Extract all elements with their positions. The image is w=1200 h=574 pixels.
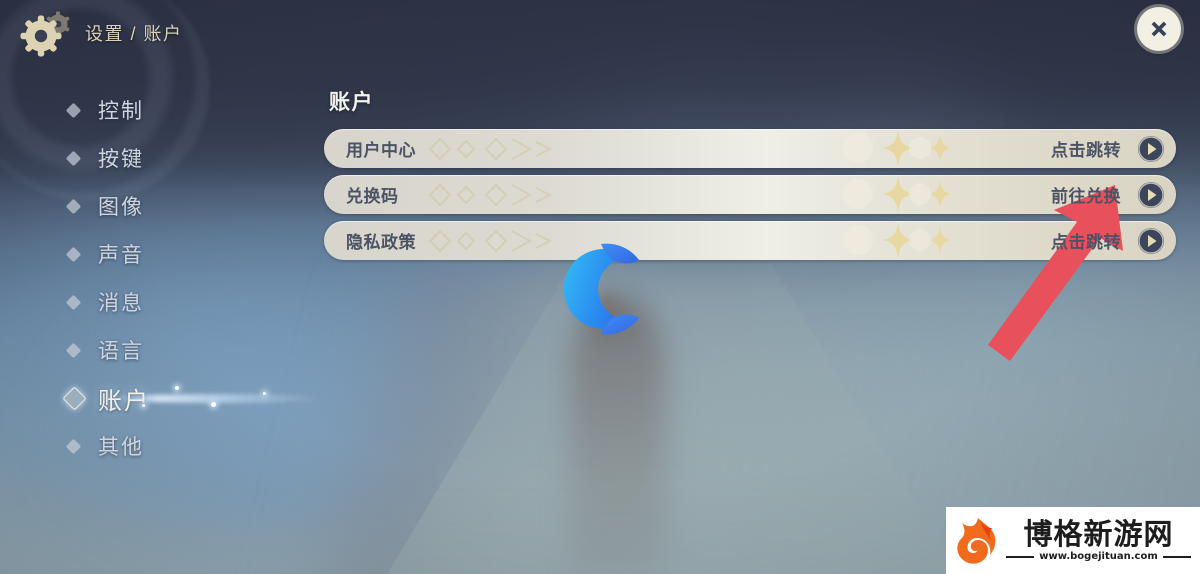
sidebar-item-label: 账户 [98, 387, 150, 415]
sidebar-item-label: 声音 [98, 244, 144, 267]
sidebar-item-sound[interactable]: 声音 [0, 230, 280, 278]
diamond-bullet-icon [65, 246, 82, 262]
watermark-text-block: 博格新游网 www.bogejituan.com [1006, 516, 1192, 563]
watermark-site-url: www.bogejituan.com [1039, 551, 1158, 563]
sidebar-item-label: 控制 [98, 100, 144, 123]
sidebar-item-control[interactable]: 控制 [0, 86, 280, 134]
chevron-right-icon[interactable] [1138, 227, 1164, 254]
watermark-site-name: 博格新游网 [1023, 516, 1174, 551]
watermark-rule-right [1162, 555, 1192, 558]
sidebar-item-keys[interactable]: 按键 [0, 134, 280, 182]
diamond-bullet-icon [65, 150, 82, 166]
sidebar-item-label: 消息 [98, 292, 144, 315]
watermark-rule-left [1006, 555, 1035, 558]
page-title: 账户 [329, 91, 374, 114]
breadcrumb: 设置 / 账户 [85, 24, 183, 44]
sidebar-item-language[interactable]: 语言 [0, 326, 280, 374]
watermark-url-line: www.bogejituan.com [1006, 551, 1192, 563]
sidebar-item-other[interactable]: 其他 [0, 422, 280, 470]
sidebar-item-label: 按键 [98, 148, 144, 171]
sparkle-particle [263, 392, 266, 395]
chevron-right-icon[interactable] [1138, 181, 1164, 208]
setting-row-label: 用户中心 [346, 141, 416, 160]
setting-row-label: 兑换码 [346, 187, 399, 206]
setting-row-redeem-code[interactable]: 兑换码 前往兑换 [324, 175, 1176, 214]
setting-row-label: 隐私政策 [346, 233, 416, 252]
close-icon [1151, 21, 1167, 37]
chevron-right-icon[interactable] [1138, 135, 1164, 162]
setting-row-action: 前往兑换 [1051, 187, 1121, 206]
game-settings-screen: 设置 / 账户 控制 按键 图像 声音 消息 语言 账户 其他 账户 用户中心 … [0, 0, 1200, 574]
settings-sidebar: 控制 按键 图像 声音 消息 语言 账户 其他 [0, 86, 325, 470]
sidebar-item-label: 其他 [98, 436, 144, 459]
sidebar-item-graphics[interactable]: 图像 [0, 182, 280, 230]
setting-row-user-center[interactable]: 用户中心 点击跳转 [324, 129, 1176, 168]
row-sparkle-decoration [843, 223, 951, 258]
flame-fox-logo-icon [957, 517, 996, 564]
diamond-bullet-icon [65, 438, 82, 454]
diamond-bullet-icon [65, 198, 82, 214]
row-ornament-decoration [428, 137, 553, 161]
sidebar-item-account[interactable]: 账户 [0, 374, 325, 422]
setting-row-privacy-policy[interactable]: 隐私政策 点击跳转 [324, 221, 1176, 260]
gear-icon [16, 10, 74, 58]
sidebar-item-label: 图像 [98, 196, 144, 219]
sparkle-particle [175, 386, 179, 390]
setting-row-action: 点击跳转 [1051, 233, 1121, 252]
row-ornament-decoration [428, 229, 553, 253]
diamond-bullet-icon [65, 342, 82, 358]
diamond-bullet-icon [65, 102, 82, 118]
settings-header: 设置 / 账户 [0, 0, 1200, 68]
site-watermark: 博格新游网 www.bogejituan.com [946, 507, 1200, 574]
diamond-bullet-icon [65, 294, 82, 310]
diamond-bullet-icon [62, 385, 87, 411]
close-button[interactable] [1137, 7, 1181, 51]
sparkle-particle [211, 402, 216, 407]
row-sparkle-decoration [843, 177, 951, 212]
sidebar-item-messages[interactable]: 消息 [0, 278, 280, 326]
sidebar-item-label: 语言 [98, 340, 144, 363]
account-settings-panel: 账户 用户中心 点击跳转 兑换码 前往兑换 隐私政策 点击跳转 [324, 86, 1176, 267]
row-ornament-decoration [428, 183, 553, 207]
row-sparkle-decoration [843, 131, 951, 166]
setting-row-action: 点击跳转 [1051, 141, 1121, 160]
